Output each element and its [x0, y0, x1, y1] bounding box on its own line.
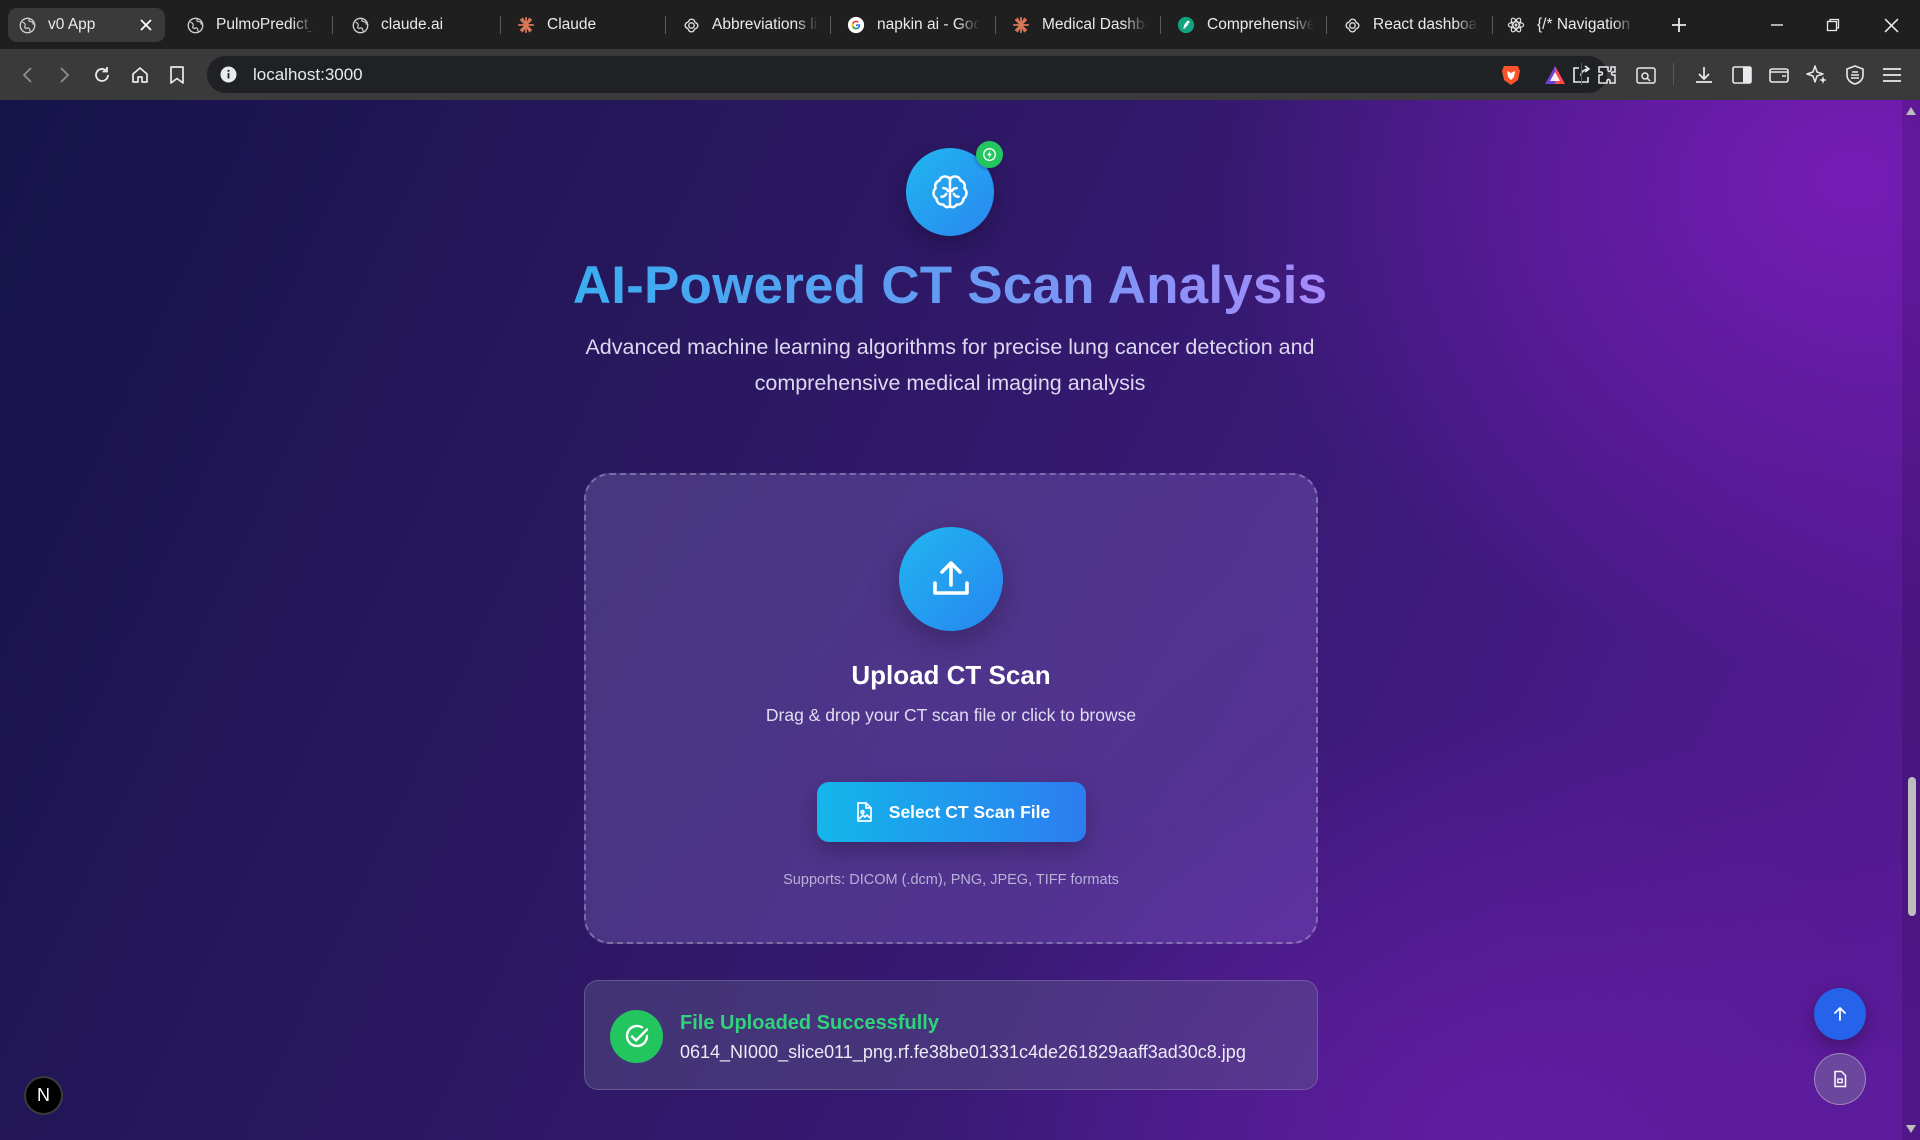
upload-subtitle: Drag & drop your CT scan file or click t…	[765, 705, 1137, 725]
file-image-icon	[853, 801, 875, 823]
reload-button[interactable]	[88, 61, 116, 89]
vpn-icon[interactable]	[1841, 61, 1869, 89]
page-subtitle: Advanced machine learning algorithms for…	[0, 329, 1900, 401]
tab-comprehensive[interactable]: Comprehensive	[1167, 8, 1324, 42]
toolbar-separator	[1581, 63, 1582, 85]
tab-title: Medical Dashbo	[1042, 16, 1147, 33]
page-viewport: AI-Powered CT Scan Analysis Advanced mac…	[0, 100, 1920, 1140]
supported-formats: Supports: DICOM (.dcm), PNG, JPEG, TIFF …	[783, 872, 1119, 888]
tab-separator	[830, 16, 831, 34]
globe-icon	[186, 16, 204, 34]
tab-separator	[500, 16, 501, 34]
wallet-icon[interactable]	[1765, 61, 1793, 89]
home-button[interactable]	[126, 61, 154, 89]
menu-icon[interactable]	[1878, 61, 1906, 89]
scroll-up-arrow-icon[interactable]	[1905, 106, 1917, 116]
tab-separator	[1492, 16, 1493, 34]
back-button[interactable]	[14, 61, 42, 89]
upload-status-card: File Uploaded Successfully 0614_NI000_sl…	[584, 980, 1318, 1090]
react-icon	[1507, 16, 1525, 34]
brave-shields-icon[interactable]	[1497, 61, 1525, 89]
info-icon[interactable]	[220, 66, 237, 83]
screenshot-icon[interactable]	[1632, 61, 1660, 89]
upload-title: Upload CT Scan	[851, 660, 1051, 690]
lightning-icon	[976, 141, 1003, 168]
claude-icon	[517, 16, 535, 34]
tab-title: napkin ai - Goo	[877, 16, 980, 33]
uploaded-filename: 0614_NI000_slice011_png.rf.fe38be01331c4…	[680, 1042, 1246, 1062]
close-window-button[interactable]	[1876, 10, 1906, 40]
openai-icon	[682, 16, 700, 34]
check-circle-icon	[610, 1010, 663, 1063]
select-file-button[interactable]: Select CT Scan File	[817, 782, 1086, 842]
upload-dropzone[interactable]: Upload CT Scan Drag & drop your CT scan …	[584, 473, 1318, 944]
document-button[interactable]	[1814, 1053, 1866, 1105]
new-tab-button[interactable]	[1664, 10, 1694, 40]
sidebar-icon[interactable]	[1728, 61, 1756, 89]
toolbar-separator	[1673, 63, 1674, 85]
tab-title: Claude	[547, 16, 597, 33]
tab-title: PulmoPredict_R	[216, 16, 314, 33]
tab-title: claude.ai	[381, 16, 444, 33]
tab-react-dashboard[interactable]: React dashboar	[1333, 8, 1488, 42]
tab-title: React dashboar	[1373, 16, 1478, 33]
subtitle-line: Advanced machine learning algorithms for…	[585, 335, 1315, 359]
extensions-icon[interactable]	[1593, 61, 1621, 89]
bookmark-button[interactable]	[163, 61, 191, 89]
brave-rewards-icon[interactable]	[1541, 61, 1569, 89]
tab-abbreviations[interactable]: Abbreviations li	[672, 8, 829, 42]
forward-button[interactable]	[50, 61, 78, 89]
tab-medical-dashboard[interactable]: Medical Dashbo	[1002, 8, 1157, 42]
page-title: AI-Powered CT Scan Analysis	[572, 256, 1328, 315]
tab-separator	[665, 16, 666, 34]
select-file-label: Select CT Scan File	[888, 801, 1051, 822]
tab-claude-ai[interactable]: claude.ai	[341, 8, 501, 42]
browser-tab-strip: v0 App PulmoPredict_R claude.ai Claude A…	[0, 0, 1920, 49]
tab-separator	[1160, 16, 1161, 34]
tab-pulmopredict[interactable]: PulmoPredict_R	[176, 8, 324, 42]
restore-button[interactable]	[1818, 10, 1848, 40]
tab-separator	[1326, 16, 1327, 34]
leo-ai-icon[interactable]	[1803, 61, 1831, 89]
tab-title: Comprehensive	[1207, 16, 1314, 33]
feather-icon	[1177, 16, 1195, 34]
tab-napkin-ai[interactable]: napkin ai - Goo	[837, 8, 990, 42]
download-icon[interactable]	[1690, 61, 1718, 89]
scroll-top-button[interactable]	[1814, 988, 1866, 1040]
google-icon	[847, 16, 865, 34]
tab-separator	[332, 16, 333, 34]
url-text: localhost:3000	[253, 65, 363, 84]
page-scrollbar[interactable]	[1902, 100, 1920, 1140]
globe-icon	[18, 16, 36, 34]
tab-title: Abbreviations li	[712, 16, 818, 33]
upload-icon	[899, 527, 1003, 631]
tab-v0-app[interactable]: v0 App	[8, 8, 165, 42]
openai-icon	[1343, 16, 1361, 34]
tab-separator	[995, 16, 996, 34]
minimize-button[interactable]	[1762, 10, 1792, 40]
browser-toolbar: localhost:3000	[0, 49, 1920, 100]
globe-icon	[351, 16, 369, 34]
nextjs-dev-badge[interactable]: N	[24, 1076, 63, 1115]
subtitle-line: comprehensive medical imaging analysis	[754, 371, 1146, 395]
address-bar[interactable]: localhost:3000	[207, 56, 1607, 93]
close-icon[interactable]	[137, 16, 155, 34]
tab-title: {/* Navigation I	[1537, 16, 1635, 33]
status-title: File Uploaded Successfully	[680, 1012, 939, 1034]
scroll-down-arrow-icon[interactable]	[1905, 1124, 1917, 1134]
tab-navigation[interactable]: {/* Navigation I	[1497, 8, 1645, 42]
scroll-thumb[interactable]	[1908, 777, 1916, 916]
tab-claude[interactable]: Claude	[507, 8, 667, 42]
tab-title: v0 App	[48, 16, 96, 33]
claude-icon	[1012, 16, 1030, 34]
